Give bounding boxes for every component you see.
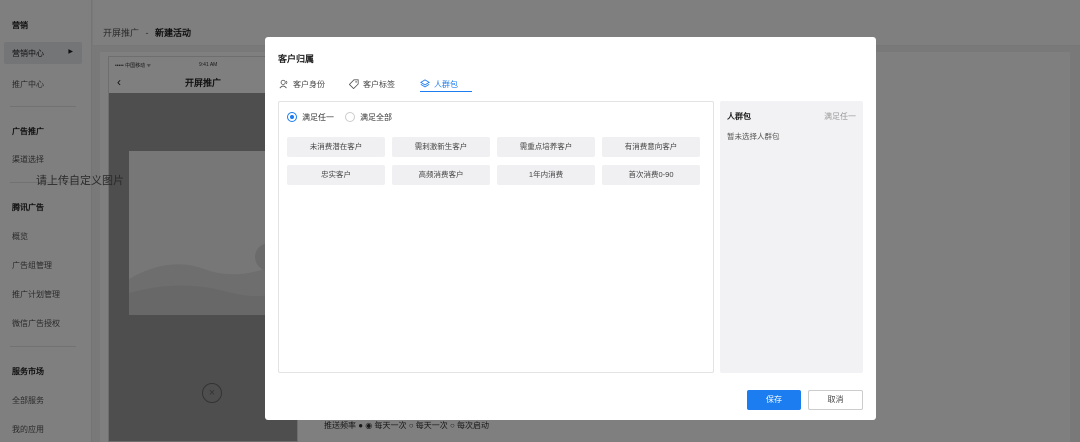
radio-label: 满足全部 [360,113,392,122]
tab-audience-package[interactable]: 人群包 [420,79,458,90]
audience-tag[interactable]: 忠实客户 [287,165,385,185]
tab-label: 客户身份 [293,80,325,89]
audience-tag[interactable]: 需重点培养客户 [497,137,595,157]
radio-checked-icon [287,112,297,122]
tab-label: 客户标签 [363,80,395,89]
audience-tag[interactable]: 1年内消费 [497,165,595,185]
selected-audience-panel: 人群包 满足任一 暂未选择人群包 [720,101,863,373]
dialog-title: 客户归属 [278,54,315,64]
radio-unchecked-icon [345,112,355,122]
audience-selection-panel: 满足任一 满足全部 未消费潜在客户 需刺激新生客户 需重点培养客户 有消费意向客… [278,101,714,373]
radio-match-any[interactable]: 满足任一 [287,112,334,123]
layers-icon [420,79,430,88]
selected-panel-title: 人群包 [727,112,751,121]
tab-customer-tags[interactable]: 客户标签 [349,79,395,90]
tab-label: 人群包 [434,80,458,89]
active-tab-indicator [420,91,472,92]
audience-tag[interactable]: 未消费潜在客户 [287,137,385,157]
selected-panel-mode: 满足任一 [824,112,856,121]
audience-tag[interactable]: 需刺激新生客户 [392,137,490,157]
tab-customer-identity[interactable]: 客户身份 [279,79,325,90]
audience-tag[interactable]: 首次消费0-90 [602,165,700,185]
radio-label: 满足任一 [302,113,334,122]
radio-match-all[interactable]: 满足全部 [345,112,392,123]
cancel-button[interactable]: 取消 [808,390,863,410]
audience-tag[interactable]: 高频消费客户 [392,165,490,185]
user-icon [279,79,288,89]
customer-ownership-dialog: 客户归属 客户身份 客户标签 人群包 满足任一 满足全部 未消费潜在客户 需刺激… [265,37,876,420]
save-button[interactable]: 保存 [747,390,801,410]
empty-state-text: 暂未选择人群包 [727,132,780,141]
audience-tag[interactable]: 有消费意向客户 [602,137,700,157]
tag-icon [349,79,359,89]
